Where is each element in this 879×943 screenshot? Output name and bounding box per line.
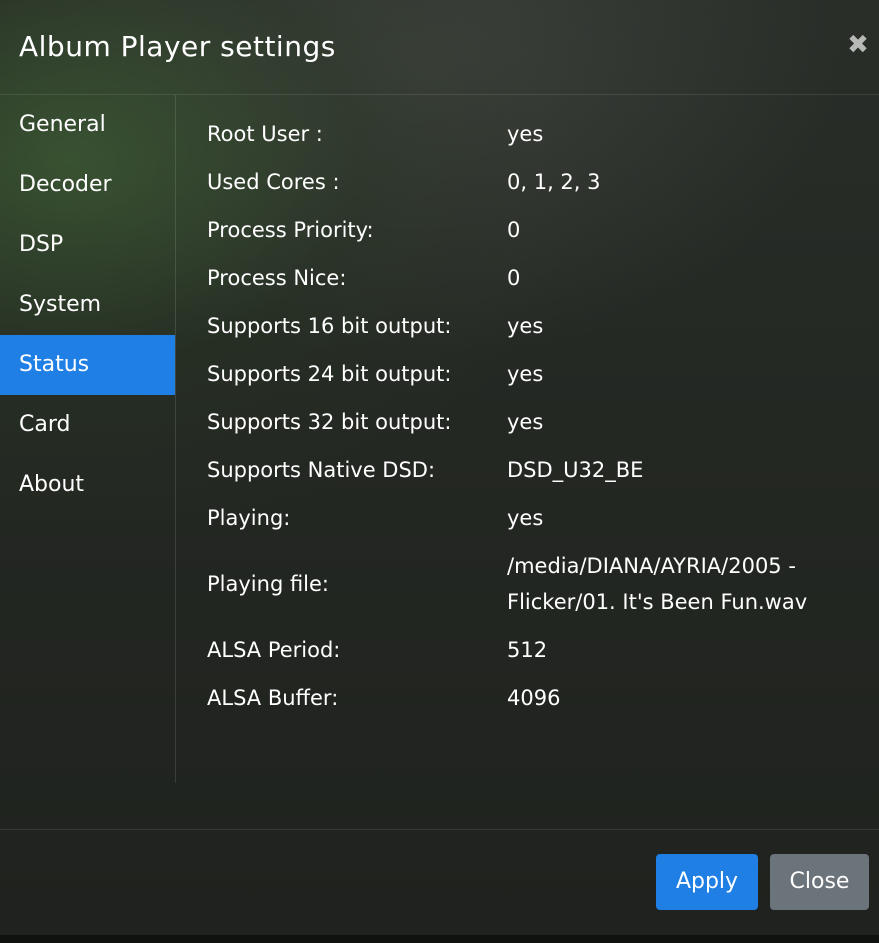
status-value-16bit: yes — [507, 314, 544, 338]
status-value-process-nice: 0 — [507, 266, 521, 290]
status-label-root-user: Root User : — [207, 122, 323, 146]
status-label-alsa-period: ALSA Period: — [207, 638, 341, 662]
dialog-header: Album Player settings ✖ — [0, 0, 879, 95]
status-value-playing-file-line2: Flicker/01. It's Been Fun.wav — [507, 590, 808, 614]
status-label-process-priority: Process Priority: — [207, 218, 374, 242]
sidebar-item-status[interactable]: Status — [0, 335, 175, 395]
sidebar-item-decoder[interactable]: Decoder — [0, 155, 175, 215]
status-value-alsa-buffer: 4096 — [507, 686, 561, 710]
dialog-footer: Apply Close — [0, 829, 879, 936]
status-value-process-priority: 0 — [507, 218, 521, 242]
status-label-playing-file: Playing file: — [207, 572, 330, 596]
apply-button[interactable]: Apply — [656, 854, 758, 910]
dialog-title: Album Player settings — [19, 30, 336, 63]
status-label-native-dsd: Supports Native DSD: — [207, 458, 436, 482]
close-icon[interactable]: ✖ — [846, 32, 870, 58]
status-value-24bit: yes — [507, 362, 544, 386]
sidebar-item-general[interactable]: General — [0, 95, 175, 155]
sidebar-item-dsp[interactable]: DSP — [0, 215, 175, 275]
bottom-edge — [0, 935, 879, 943]
status-label-used-cores: Used Cores : — [207, 170, 340, 194]
close-button[interactable]: Close — [770, 854, 869, 910]
settings-sidebar: General Decoder DSP System Status Card A… — [0, 95, 176, 783]
status-value-alsa-period: 512 — [507, 638, 548, 662]
status-label-24bit: Supports 24 bit output: — [207, 362, 452, 386]
status-label-playing: Playing: — [207, 506, 291, 530]
status-label-32bit: Supports 32 bit output: — [207, 410, 452, 434]
status-value-used-cores: 0, 1, 2, 3 — [507, 170, 601, 194]
status-value-root-user: yes — [507, 122, 544, 146]
status-value-native-dsd: DSD_U32_BE — [507, 458, 644, 482]
status-panel: Root User : yes Used Cores : 0, 1, 2, 3 … — [176, 95, 879, 783]
status-label-alsa-buffer: ALSA Buffer: — [207, 686, 339, 710]
sidebar-item-about[interactable]: About — [0, 455, 175, 515]
status-label-16bit: Supports 16 bit output: — [207, 314, 452, 338]
status-value-playing-file-line1: /media/DIANA/AYRIA/2005 - — [507, 554, 796, 578]
settings-dialog: Album Player settings ✖ General Decoder … — [0, 0, 879, 936]
status-value-playing: yes — [507, 506, 544, 530]
status-label-process-nice: Process Nice: — [207, 266, 347, 290]
status-value-32bit: yes — [507, 410, 544, 434]
sidebar-item-system[interactable]: System — [0, 275, 175, 335]
sidebar-item-card[interactable]: Card — [0, 395, 175, 455]
